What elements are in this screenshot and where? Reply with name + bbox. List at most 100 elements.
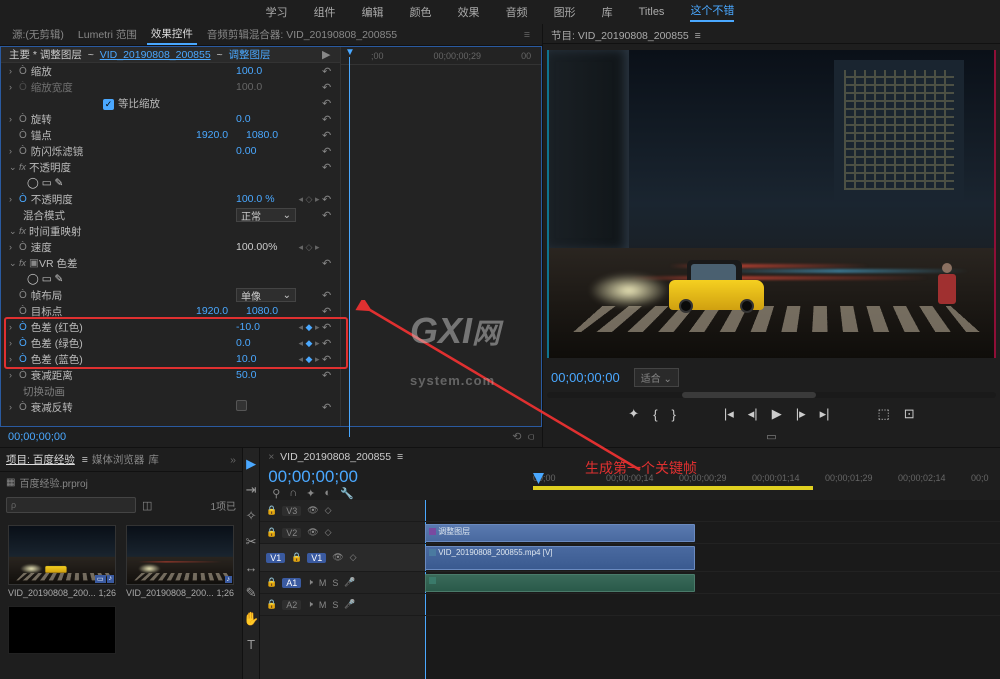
zoom-out-icon[interactable]: ⟲ <box>512 431 521 443</box>
track-header-a2[interactable]: 🔒A2🕨MS🎤 <box>260 594 425 616</box>
program-viewport[interactable] <box>549 50 994 358</box>
mute-icon[interactable]: 🕨 <box>307 577 313 588</box>
ws-learn[interactable]: 学习 <box>266 4 288 20</box>
tab-effect-controls[interactable]: 效果控件 <box>147 24 197 45</box>
add-marker-icon[interactable]: ✦ <box>628 406 639 422</box>
prop-anchor[interactable]: Ò锚点1920.01080.0↶ <box>1 127 340 143</box>
step-back-icon[interactable]: ◂| <box>748 406 758 422</box>
group-vr-aberration[interactable]: ⌄fx▣VR 色差↶ <box>1 255 340 271</box>
step-fwd-icon[interactable]: |▸ <box>796 406 806 422</box>
safe-margins-icon[interactable]: ▭ <box>766 430 776 443</box>
prop-target[interactable]: Ò目标点1920.01080.0↶ <box>1 303 340 319</box>
clip-audio-main[interactable] <box>425 574 695 592</box>
mask-tools[interactable]: ◯ ▭ ✎ <box>1 175 340 191</box>
effect-mini-timeline[interactable]: ▼ ;00 00;00;00;29 00 <box>340 47 541 426</box>
search-input[interactable]: ρ <box>6 497 136 513</box>
go-out-icon[interactable]: ▸| <box>820 406 830 422</box>
slip-tool-icon[interactable]: ↔ <box>245 560 258 575</box>
pen-mask-icon[interactable]: ✎ <box>55 177 64 189</box>
effects-property-list[interactable]: 主要 * 调整图层 ~ VID_20190808_200855 ~ 调整图层 ▶… <box>1 47 340 426</box>
prop-aberration-green[interactable]: ›Ò色差 (绿色)0.0◂ ◆ ▸↶ <box>1 335 340 351</box>
extract-icon[interactable]: ⊡ <box>904 406 915 422</box>
timeline-ruler[interactable]: 00;0000;00;00;1400;00;00;2900;00;01;1400… <box>533 473 1000 493</box>
mic-icon[interactable]: 🎤 <box>344 577 355 588</box>
eye-icon[interactable]: 👁 <box>307 527 318 538</box>
blend-dropdown[interactable]: 正常⌄ <box>236 208 296 222</box>
ellipse-mask-icon[interactable]: ◯ <box>27 177 39 189</box>
track-header-a1[interactable]: 🔒A1🕨MS🎤 <box>260 572 425 594</box>
play-icon[interactable]: ▶ <box>322 48 340 61</box>
ws-custom[interactable]: 这个不错 <box>690 2 734 22</box>
prop-blend[interactable]: 混合模式正常⌄↶ <box>1 207 340 223</box>
group-timeremap[interactable]: ⌄fx时间重映射 <box>1 223 340 239</box>
checkbox-icon[interactable] <box>236 400 247 411</box>
zoom-dropdown[interactable]: 适合 ⌄ <box>634 368 679 387</box>
framelayout-dropdown[interactable]: 单像⌄ <box>236 288 296 302</box>
project-item-1[interactable]: ▭♪ VID_20190808_200...1;26 <box>8 525 116 598</box>
prop-aberration-red[interactable]: ›Ò色差 (红色)-10.0◂ ◆ ▸↶ <box>1 319 340 335</box>
group-opacity[interactable]: ⌄fx不透明度↶ <box>1 159 340 175</box>
ripple-tool-icon[interactable]: ✧ <box>246 508 257 524</box>
sequence-title[interactable]: VID_20190808_200855 <box>280 451 391 463</box>
tab-audio-mixer[interactable]: 音频剪辑混合器: VID_20190808_200855 <box>203 25 401 44</box>
ws-titles[interactable]: Titles <box>639 6 665 18</box>
playhead-icon[interactable]: ▼ <box>345 47 355 58</box>
rect-mask-icon[interactable]: ▭ <box>42 273 52 285</box>
play-icon[interactable]: ▶ <box>772 406 782 422</box>
track-select-tool-icon[interactable]: ⇥ <box>246 482 257 498</box>
filter-icon[interactable]: ◫ <box>142 499 152 512</box>
eye-icon[interactable]: 👁 <box>332 552 343 563</box>
lock-icon[interactable]: 🔒 <box>266 599 276 610</box>
timeline-timecode[interactable]: 00;00;00;00 <box>268 467 358 487</box>
snap-icon[interactable]: ⚲ <box>272 487 280 500</box>
track-header-v2[interactable]: 🔒V2👁◇ <box>260 522 425 544</box>
lane-v1[interactable]: VID_20190808_200855.mp4 [V] <box>425 544 1000 572</box>
mark-in-icon[interactable]: { <box>653 407 657 422</box>
tab-source[interactable]: 源:(无剪辑) <box>8 25 68 44</box>
work-area-bar[interactable] <box>533 486 813 490</box>
go-in-icon[interactable]: |◂ <box>724 406 734 422</box>
ws-assembly[interactable]: 组件 <box>314 4 336 20</box>
lane-a1[interactable] <box>425 572 1000 594</box>
mark-out-icon[interactable]: } <box>672 407 676 422</box>
bin-icon[interactable]: ▦ <box>6 477 15 488</box>
project-item-3[interactable] <box>8 606 116 654</box>
prop-speed[interactable]: ›Ò速度100.00%◂ ◇ ▸ <box>1 239 340 255</box>
mic-icon[interactable]: 🎤 <box>344 599 355 610</box>
lane-a2[interactable] <box>425 594 1000 616</box>
prop-swap-anim[interactable]: 切换动画 <box>1 383 340 399</box>
prop-falloff[interactable]: ›Ò衰减距离50.0↶ <box>1 367 340 383</box>
prop-rotation[interactable]: ›Ò旋转0.0↶ <box>1 111 340 127</box>
selection-tool-icon[interactable]: ▶ <box>246 456 256 472</box>
panel-chev-icon[interactable]: » <box>230 454 236 466</box>
clip-video-main[interactable]: VID_20190808_200855.mp4 [V] <box>425 546 695 570</box>
ws-graphics[interactable]: 图形 <box>554 4 576 20</box>
clip-adjustment-layer[interactable]: 调整图层 <box>425 524 695 542</box>
prop-aberration-blue[interactable]: ›Ò色差 (蓝色)10.0◂ ◆ ▸↶ <box>1 351 340 367</box>
razor-tool-icon[interactable]: ✂ <box>246 534 257 550</box>
checkbox-icon[interactable]: ✓ <box>103 99 114 110</box>
lane-v2[interactable]: 调整图层 <box>425 522 1000 544</box>
track-header-v3[interactable]: 🔒V3👁◇ <box>260 500 425 522</box>
program-scrubber[interactable] <box>547 392 996 398</box>
link-icon[interactable]: ∩ <box>289 487 297 500</box>
timecode-label[interactable]: 00;00;00;00 <box>8 431 66 443</box>
ellipse-mask-icon[interactable]: ◯ <box>27 273 39 285</box>
mask-tools-vr[interactable]: ◯ ▭ ✎ <box>1 271 340 287</box>
settings-icon[interactable]: ◐ <box>324 487 331 500</box>
pen-tool-icon[interactable]: ✎ <box>246 585 257 601</box>
hand-tool-icon[interactable]: ✋ <box>243 611 259 627</box>
eye-icon[interactable]: 👁 <box>307 505 318 516</box>
mute-icon[interactable]: 🕨 <box>307 599 313 610</box>
track-content-area[interactable]: 调整图层 VID_20190808_200855.mp4 [V] <box>425 500 1000 679</box>
prop-antiflicker[interactable]: ›Ò防闪烁滤镜0.00↶ <box>1 143 340 159</box>
ws-effects[interactable]: 效果 <box>458 4 480 20</box>
lock-icon[interactable]: 🔒 <box>266 505 276 516</box>
prop-falloff-inv[interactable]: ›Ò衰减反转↶ <box>1 399 340 415</box>
panel-menu-icon[interactable]: ≡ <box>520 27 534 43</box>
tab-library[interactable]: 库 <box>148 452 159 467</box>
marker-icon[interactable]: ✦ <box>306 487 315 500</box>
tab-lumetri[interactable]: Lumetri 范围 <box>74 25 141 44</box>
prop-opacity[interactable]: ›Ò不透明度100.0 %◂ ◇ ▸↶ <box>1 191 340 207</box>
lock-icon[interactable]: 🔒 <box>266 577 276 588</box>
